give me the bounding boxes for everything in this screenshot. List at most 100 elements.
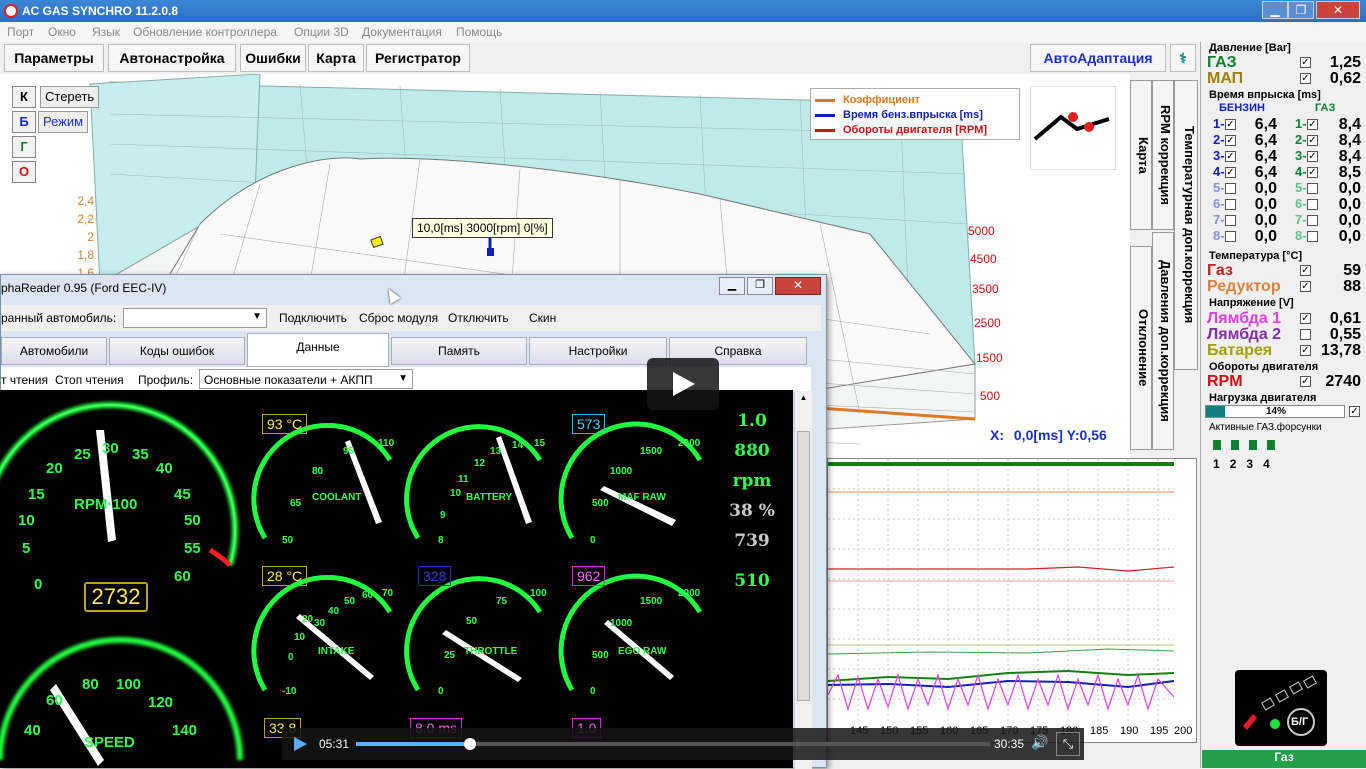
alpha-minimize-button[interactable]: ▁ <box>719 277 745 295</box>
battery-label: Батарея <box>1207 342 1273 359</box>
tab-recorder[interactable]: Регистратор <box>366 44 470 72</box>
rpm-tick: 0 <box>34 576 43 593</box>
k-button[interactable]: К <box>12 86 36 108</box>
gas-inj-checkbox[interactable] <box>1307 199 1318 210</box>
reset-module-button[interactable]: Сброс модуля <box>359 311 438 325</box>
skin-menu[interactable]: Скин <box>529 311 556 325</box>
maximize-button[interactable]: ❐ <box>1288 1 1314 19</box>
petrol-inj-checkbox[interactable]: ✓ <box>1225 119 1236 130</box>
rpm-tick: 4500 <box>970 252 997 266</box>
menu-window[interactable]: Окно <box>48 25 76 39</box>
petrol-inj-index: 5- <box>1213 180 1225 195</box>
petrol-inj-checkbox[interactable] <box>1225 215 1236 226</box>
petrol-inj-checkbox[interactable]: ✓ <box>1225 135 1236 146</box>
rpm-label: RPM <box>1207 373 1243 390</box>
tab-errors[interactable]: Ошибки <box>240 44 306 72</box>
tab-error-codes[interactable]: Коды ошибок <box>109 337 245 365</box>
reducer-temp-checkbox[interactable]: ✓ <box>1300 281 1311 292</box>
volume-icon[interactable]: 🔊 <box>1030 734 1050 754</box>
tab-temperature-correction[interactable]: Температурная доп.коррекция <box>1174 80 1198 370</box>
gas-inj-checkbox[interactable]: ✓ <box>1307 119 1318 130</box>
gas-temp-checkbox[interactable]: ✓ <box>1300 265 1311 276</box>
g-button[interactable]: Г <box>12 136 36 158</box>
tab-rpm-correction[interactable]: RPM коррекция <box>1152 80 1174 230</box>
rpm-tick: 35 <box>132 446 149 463</box>
alpha-scrollbar[interactable]: ▲ <box>794 391 812 769</box>
minimize-button[interactable]: ▁ <box>1262 1 1288 19</box>
tab-deviation[interactable]: Отклонение <box>1130 246 1152 450</box>
alpha-maximize-button[interactable]: ❐ <box>747 277 773 295</box>
gas-inj-checkbox[interactable] <box>1307 183 1318 194</box>
petrol-inj-checkbox[interactable] <box>1225 183 1236 194</box>
legend-injection: Время бенз.впрыска [ms] <box>843 109 983 121</box>
alpha-close-button[interactable]: ✕ <box>775 277 821 295</box>
profile-select[interactable]: Основные показатели + АКПП ▼ <box>199 369 413 389</box>
gas-inj-index: 4- <box>1295 164 1307 179</box>
main-toolbar: Параметры Автонастройка Ошибки Карта Рег… <box>0 42 1200 74</box>
petrol-inj-checkbox[interactable]: ✓ <box>1225 151 1236 162</box>
play-icon[interactable] <box>294 737 308 751</box>
petrol-inj-checkbox[interactable]: ✓ <box>1225 167 1236 178</box>
connect-button[interactable]: Подключить <box>279 311 347 325</box>
recorder-graph[interactable]: 145 150 155 160 165 170 175 180 185 190 … <box>827 458 1197 743</box>
stop-read-button[interactable]: Стоп чтения <box>55 373 124 387</box>
menu-language[interactable]: Язык <box>92 25 120 39</box>
lambda1-checkbox[interactable]: ✓ <box>1300 313 1311 324</box>
coolant-tick: 110 <box>378 438 395 449</box>
close-button[interactable]: ✕ <box>1316 1 1360 19</box>
car-select[interactable]: ▼ <box>123 308 267 328</box>
erase-button[interactable]: Стереть <box>40 86 100 108</box>
disconnect-button[interactable]: Отключить <box>448 311 509 325</box>
tab-data[interactable]: Данные <box>247 333 389 367</box>
map-pressure-checkbox[interactable]: ✓ <box>1300 73 1311 84</box>
ego-tick: 2000 <box>678 588 701 599</box>
profile-value: Основные показатели + АКПП <box>204 373 373 387</box>
gas-inj-checkbox[interactable]: ✓ <box>1307 151 1318 162</box>
b-button[interactable]: Б <box>12 111 36 133</box>
fuel-switch[interactable]: Б/Г <box>1235 670 1327 746</box>
video-play-overlay[interactable] <box>647 358 719 410</box>
menu-bar: Порт Окно Язык Обновление контроллера Оп… <box>0 22 1366 42</box>
petrol-inj-checkbox[interactable] <box>1225 199 1236 210</box>
info-icon[interactable]: ⚕ <box>1170 44 1196 72</box>
tab-map-vertical[interactable]: Карта <box>1130 80 1152 230</box>
gas-inj-checkbox[interactable]: ✓ <box>1307 167 1318 178</box>
ego-tick: 1000 <box>610 618 633 629</box>
lambda2-checkbox[interactable] <box>1300 329 1311 340</box>
menu-port[interactable]: Порт <box>7 25 34 39</box>
fullscreen-exit-icon[interactable]: ⤡ <box>1056 732 1080 756</box>
tab-parameters[interactable]: Параметры <box>4 44 104 72</box>
menu-3d-options[interactable]: Опции 3D <box>294 25 349 39</box>
tab-memory[interactable]: Память <box>391 337 527 365</box>
mode-button[interactable]: Режим <box>38 111 89 133</box>
o-button[interactable]: О <box>12 161 36 183</box>
tab-autotune[interactable]: Автонастройка <box>108 44 236 72</box>
tab-cars[interactable]: Автомобили <box>1 337 107 365</box>
load-checkbox[interactable]: ✓ <box>1349 406 1360 417</box>
gas-pressure-checkbox[interactable]: ✓ <box>1300 57 1311 68</box>
video-progress[interactable] <box>356 738 990 750</box>
menu-help[interactable]: Помощь <box>456 25 502 39</box>
petrol-inj-index: 6- <box>1213 196 1225 211</box>
menu-update[interactable]: Обновление контроллера <box>133 25 277 39</box>
x-tick: 185 <box>1090 725 1109 737</box>
throttle-tick: 50 <box>466 616 478 627</box>
tab-pressure-correction[interactable]: Давления доп.коррекция <box>1152 232 1174 450</box>
gas-inj-checkbox[interactable] <box>1307 231 1318 242</box>
battery-checkbox[interactable]: ✓ <box>1300 345 1311 356</box>
throttle-tick: 0 <box>438 686 444 697</box>
gas-inj-checkbox[interactable]: ✓ <box>1307 135 1318 146</box>
rpm-tick: 25 <box>74 446 91 463</box>
gas-inj-checkbox[interactable] <box>1307 215 1318 226</box>
petrol-inj-checkbox[interactable] <box>1225 231 1236 242</box>
start-read-button[interactable]: т чтения <box>1 373 48 387</box>
autoadapt-button[interactable]: АвтоАдаптация <box>1030 44 1166 72</box>
gas-inj-index: 2- <box>1295 132 1307 147</box>
curve-preview-icon[interactable] <box>1030 86 1116 170</box>
alpha-title: phaReader 0.95 (Ford EEC-IV) <box>1 281 167 295</box>
tab-map[interactable]: Карта <box>308 44 364 72</box>
menu-docs[interactable]: Документация <box>362 25 442 39</box>
injector-2: 2 <box>1229 457 1237 471</box>
coolant-tick: 95 <box>343 446 355 457</box>
rpm-checkbox[interactable]: ✓ <box>1300 376 1311 387</box>
